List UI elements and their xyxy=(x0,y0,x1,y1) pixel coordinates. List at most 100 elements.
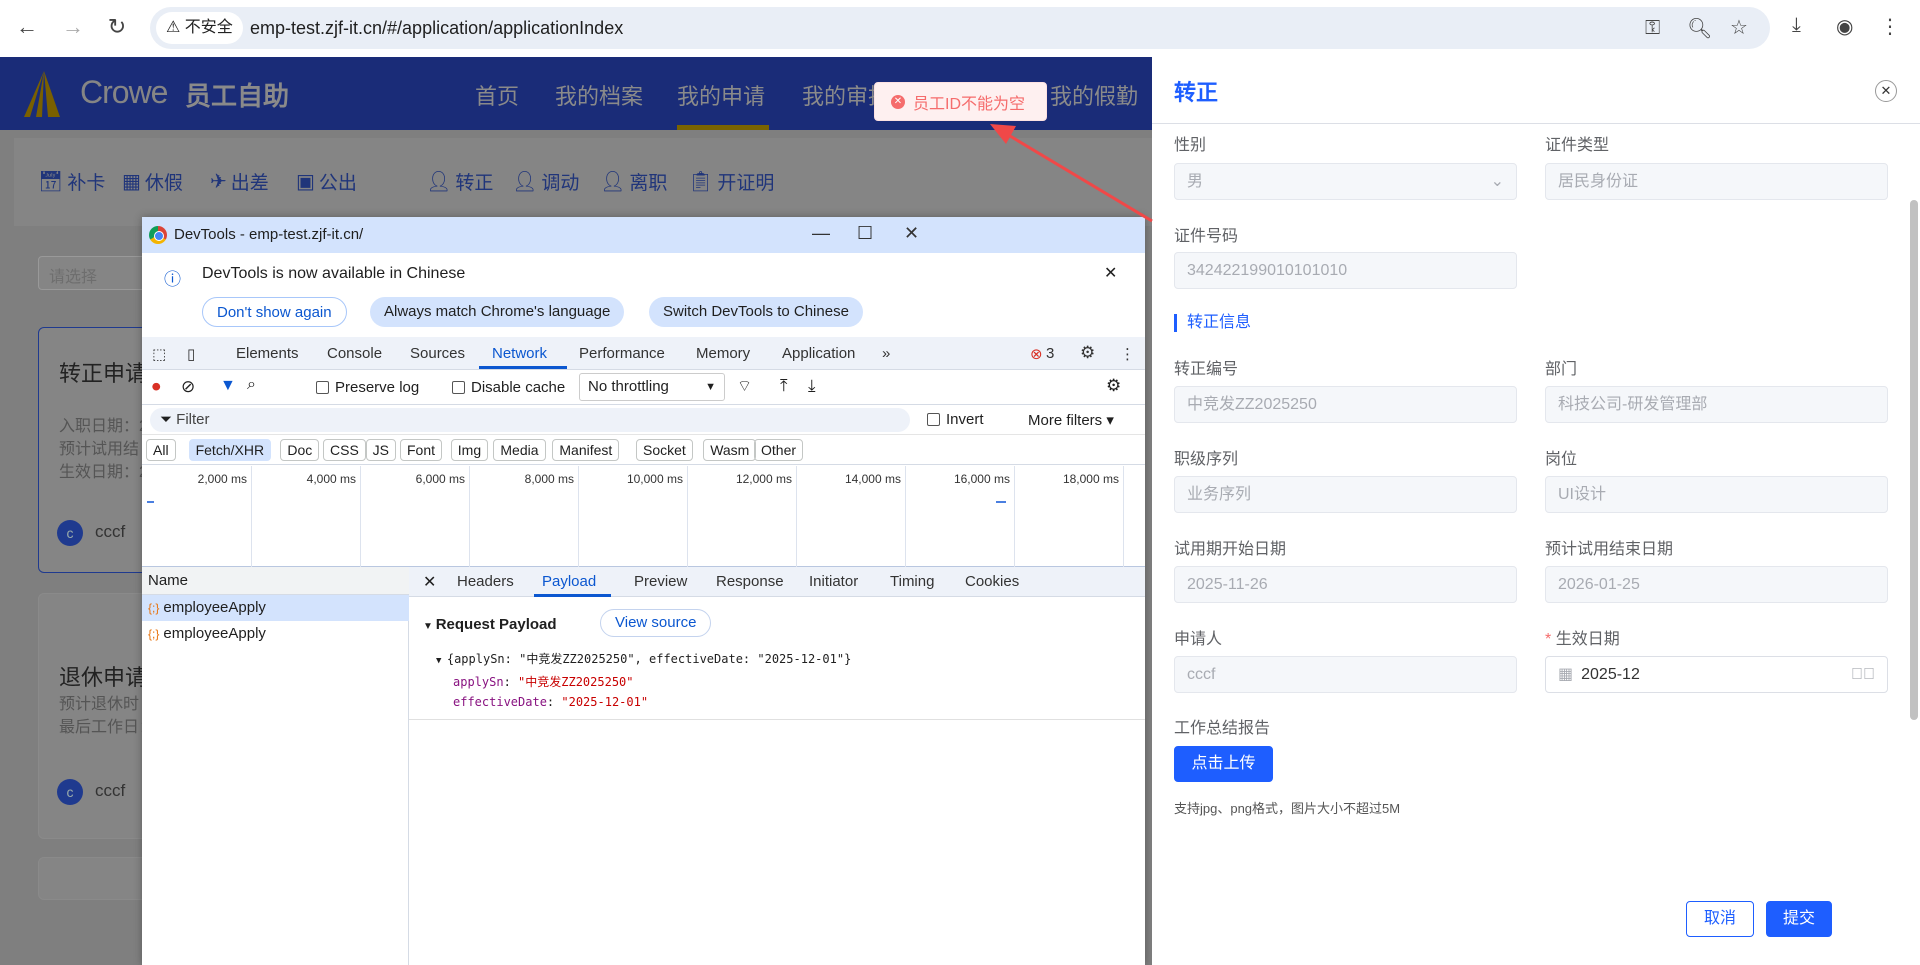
network-settings-icon[interactable]: ⚙ xyxy=(1106,376,1121,396)
dont-show-again-button[interactable]: Don't show again xyxy=(202,297,347,327)
filter-select[interactable]: 请选择 xyxy=(38,256,158,290)
minimize-icon[interactable]: — xyxy=(812,223,830,244)
chip-font[interactable]: Font xyxy=(400,439,443,461)
search-icon[interactable]: ⌕ xyxy=(247,376,256,394)
reload-icon[interactable]: ↻ xyxy=(102,14,132,40)
payload-field[interactable]: applySn: "中竞发ZZ2025250" xyxy=(453,673,634,690)
quick-action-trip[interactable]: ✈ 出差 xyxy=(210,168,269,195)
tab-preview[interactable]: Preview xyxy=(634,573,687,590)
effective-date-picker[interactable]: ▦ 2025-12 ✓⃝ xyxy=(1545,656,1888,693)
id-number-field[interactable]: 342422199010101010 xyxy=(1174,252,1517,289)
request-row[interactable]: {;} employeeApply xyxy=(142,621,409,647)
quick-action-bubu[interactable]: 📅︎ 补卡 xyxy=(38,168,105,195)
tab-initiator[interactable]: Initiator xyxy=(809,573,858,590)
tab-memory[interactable]: Memory xyxy=(696,345,750,362)
id-type-field[interactable]: 居民身份证 xyxy=(1545,163,1888,200)
chip-fetchxhr[interactable]: Fetch/XHR xyxy=(188,439,272,461)
more-tabs-icon[interactable]: » xyxy=(882,345,890,362)
record-icon[interactable]: ⏺ xyxy=(152,377,161,397)
quick-action-business[interactable]: ▣ 公出 xyxy=(296,168,357,195)
key-icon[interactable]: ⚿ xyxy=(1645,17,1660,40)
chip-img[interactable]: Img xyxy=(450,439,489,461)
switch-to-chinese-button[interactable]: Switch DevTools to Chinese xyxy=(649,297,863,327)
network-timeline[interactable]: 2,000 ms 4,000 ms 6,000 ms 8,000 ms 10,000 m… xyxy=(142,466,1145,567)
dept-field[interactable]: 科技公司-研发管理部 xyxy=(1545,386,1888,423)
post-field[interactable]: UI设计 xyxy=(1545,476,1888,513)
tab-response[interactable]: Response xyxy=(716,573,784,590)
security-chip[interactable]: ⚠ 不安全 xyxy=(156,12,243,44)
quick-action-resign[interactable]: 👤︎ 离职 xyxy=(600,168,667,195)
quick-action-regularize[interactable]: 👤︎ 转正 xyxy=(426,168,493,195)
tab-sources[interactable]: Sources xyxy=(410,345,465,362)
quick-action-certificate[interactable]: 📋︎ 开证明 xyxy=(688,168,774,195)
star-icon[interactable]: ☆ xyxy=(1730,15,1748,40)
url-text[interactable]: emp-test.zjf-it.cn/#/application/applica… xyxy=(250,7,623,49)
applicant-field[interactable]: cccf xyxy=(1174,656,1517,693)
tab-timing[interactable]: Timing xyxy=(890,573,934,590)
tab-cookies[interactable]: Cookies xyxy=(965,573,1019,590)
cancel-button[interactable]: 取消 xyxy=(1686,901,1754,937)
disable-cache-checkbox[interactable]: Disable cache xyxy=(452,379,565,396)
address-bar[interactable]: ⚠ 不安全 emp-test.zjf-it.cn/#/application/a… xyxy=(150,7,1770,49)
export-har-icon[interactable]: ⤓ xyxy=(808,376,816,396)
rank-field[interactable]: 业务序列 xyxy=(1174,476,1517,513)
device-toolbar-icon[interactable]: ▯ xyxy=(187,345,195,363)
preserve-log-checkbox[interactable]: Preserve log xyxy=(316,379,419,396)
chip-media[interactable]: Media xyxy=(493,439,546,461)
tab-headers[interactable]: Headers xyxy=(457,573,514,590)
devtools-titlebar[interactable]: DevTools - emp-test.zjf-it.cn/ — ☐ ✕ xyxy=(142,217,1145,253)
invert-checkbox[interactable]: Invert xyxy=(927,411,984,428)
close-icon[interactable]: ✕ xyxy=(1875,80,1897,102)
kebab-menu-icon[interactable]: ⋮ xyxy=(1120,345,1135,363)
nav-profile[interactable]: 我的档案 xyxy=(555,79,643,111)
error-count[interactable]: 3 xyxy=(1046,345,1054,362)
maximize-icon[interactable]: ☐ xyxy=(857,223,873,244)
close-detail-icon[interactable]: ✕ xyxy=(423,572,436,592)
import-har-icon[interactable]: ⤒ xyxy=(780,376,788,396)
scrollbar[interactable] xyxy=(1910,200,1918,720)
error-icon[interactable]: ⊗ xyxy=(1030,345,1043,363)
close-window-icon[interactable]: ✕ xyxy=(904,223,919,244)
tab-elements[interactable]: Elements xyxy=(236,345,299,362)
tab-payload[interactable]: Payload xyxy=(542,573,596,590)
request-row[interactable]: {;} employeeApply xyxy=(142,595,409,621)
payload-field[interactable]: effectiveDate: "2025-12-01" xyxy=(453,695,648,709)
tab-network[interactable]: Network xyxy=(492,345,547,362)
chip-doc[interactable]: Doc xyxy=(280,439,320,461)
quick-action-transfer[interactable]: 👤︎ 调动 xyxy=(512,168,579,195)
forward-icon[interactable]: → xyxy=(58,14,88,40)
download-icon[interactable]: ⤓ xyxy=(1792,14,1801,37)
throttling-select[interactable]: No throttling ▼ xyxy=(579,373,725,401)
chip-socket[interactable]: Socket xyxy=(636,439,693,461)
sn-field[interactable]: 中竞发ZZ2025250 xyxy=(1174,386,1517,423)
zoom-icon[interactable]: 🔍︎ xyxy=(1687,16,1712,41)
nav-applications[interactable]: 我的申请 xyxy=(677,79,765,111)
upload-button[interactable]: 点击上传 xyxy=(1174,746,1273,782)
settings-icon[interactable]: ⚙ xyxy=(1080,343,1095,363)
chip-wasm[interactable]: Wasm xyxy=(703,439,757,461)
back-icon[interactable]: ← xyxy=(12,14,42,40)
view-source-button[interactable]: View source xyxy=(600,609,712,637)
name-column-header[interactable]: Name xyxy=(142,567,409,595)
tab-console[interactable]: Console xyxy=(327,345,382,362)
chip-manifest[interactable]: Manifest xyxy=(552,439,620,461)
menu-icon[interactable]: ⋮ xyxy=(1880,14,1900,39)
payload-section-toggle[interactable]: ▼ Request Payload xyxy=(423,616,557,633)
submit-button[interactable]: 提交 xyxy=(1766,901,1832,937)
payload-object-toggle[interactable]: ▼ {applySn: "中竞发ZZ2025250", effectiveDat… xyxy=(436,650,851,667)
match-language-button[interactable]: Always match Chrome's language xyxy=(370,297,625,327)
probation-start-field[interactable]: 2025-11-26 xyxy=(1174,566,1517,603)
quick-action-leave[interactable]: ▦ 休假 xyxy=(122,168,183,195)
tab-performance[interactable]: Performance xyxy=(579,345,665,362)
probation-end-field[interactable]: 2026-01-25 xyxy=(1545,566,1888,603)
nav-attendance[interactable]: 我的假勤 xyxy=(1050,79,1138,111)
more-filters-button[interactable]: More filters ▾ xyxy=(1028,411,1114,429)
infobar-close-icon[interactable]: ✕ xyxy=(1104,263,1117,283)
inspect-icon[interactable]: ⬚ xyxy=(152,345,166,363)
chip-css[interactable]: CSS xyxy=(323,439,366,461)
filter-icon[interactable]: ▼ xyxy=(220,377,236,395)
filter-input[interactable]: ⏷ Filter xyxy=(150,408,910,432)
network-conditions-icon[interactable]: ⌔ xyxy=(737,376,752,396)
nav-home[interactable]: 首页 xyxy=(475,79,519,111)
tab-application[interactable]: Application xyxy=(782,345,855,362)
